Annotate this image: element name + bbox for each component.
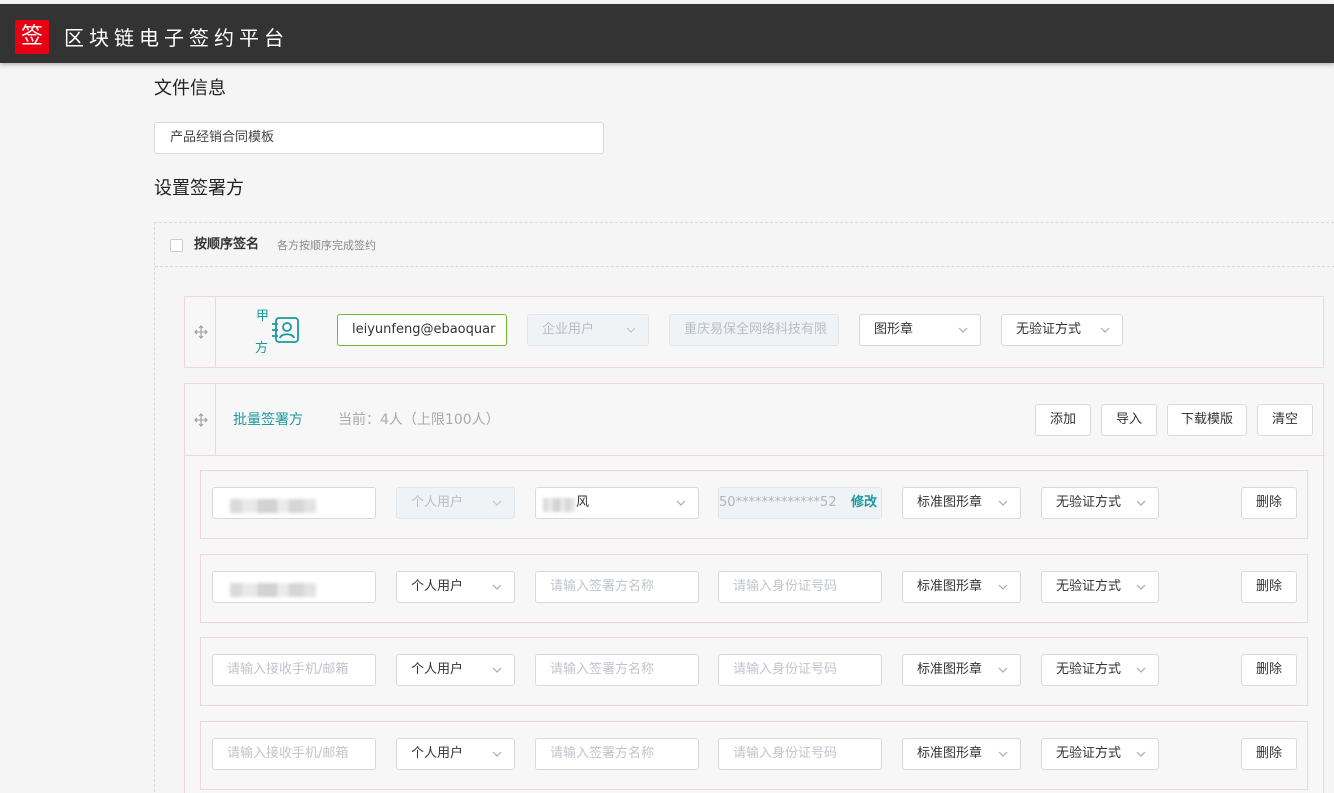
contact-card-icon [272,317,299,343]
batch-row: 请输入接收手机/邮箱 个人用户 请输入签署方名称 请输入身份证号码 标准图形章 … [200,721,1308,790]
import-button[interactable]: 导入 [1101,404,1157,436]
user-type-select[interactable]: 个人用户 [396,738,515,770]
order-sign-label[interactable]: 按顺序签名 [194,235,259,255]
signer-name-input[interactable]: 请输入签署方名称 [535,571,699,603]
verify-select[interactable]: 无验证方式 [1041,571,1159,603]
user-type-select[interactable]: 个人用户 [396,487,515,519]
order-sign-hint: 各方按顺序完成签约 [277,239,376,252]
chevron-down-icon [998,667,1008,673]
user-type-select[interactable]: 个人用户 [396,654,515,686]
chevron-down-icon [998,500,1008,506]
contact-input[interactable]: 请输入接收手机/邮箱 [212,654,376,686]
verify-select[interactable]: 无验证方式 [1041,738,1159,770]
drag-handle-column [185,384,216,455]
party-a-seal-select[interactable]: 图形章 [859,314,981,346]
seal-type-select[interactable]: 标准图形章 [902,487,1021,519]
verify-value: 无验证方式 [1056,746,1122,761]
batch-row: 请输入接收手机/邮箱 个人用户 请输入签署方名称 请输入身份证号码 标准图形章 … [200,637,1308,706]
download-template-button[interactable]: 下载模版 [1167,404,1247,436]
party-a-user-type-select[interactable]: 企业用户 [527,314,649,346]
delete-button[interactable]: 删除 [1241,487,1297,519]
contact-input[interactable]: 请输入接收手机/邮箱 [212,738,376,770]
seal-type-value: 标准图形章 [917,579,983,594]
delete-button[interactable]: 删除 [1241,654,1297,686]
batch-title: 批量签署方 [233,412,303,428]
add-button[interactable]: 添加 [1035,404,1091,436]
seal-type-value: 标准图形章 [917,495,983,510]
chevron-down-icon [998,751,1008,757]
verify-select[interactable]: 无验证方式 [1041,654,1159,686]
verify-value: 无验证方式 [1056,495,1122,510]
signer-name-input[interactable]: 请输入签署方名称 [535,654,699,686]
party-a-company-input[interactable]: 重庆易保全网络科技有限 [669,314,839,346]
party-a-verify-value: 无验证方式 [1016,322,1082,337]
order-sign-row: 按顺序签名 各方按顺序完成签约 [155,223,1334,267]
chevron-down-icon [1136,584,1146,590]
chevron-down-icon [626,327,636,333]
redacted-name [543,498,575,512]
verify-value: 无验证方式 [1056,579,1122,594]
signer-name-value: 风 [576,495,590,510]
drag-handle-column [185,297,216,367]
section-title-file-info: 文件信息 [154,78,226,99]
drag-handle-icon[interactable] [194,413,208,427]
id-number-input[interactable]: 50*************52 修改 [718,487,882,519]
verify-select[interactable]: 无验证方式 [1041,487,1159,519]
chevron-down-icon [492,500,502,506]
party-a-user-type-value: 企业用户 [542,322,595,337]
seal-type-select[interactable]: 标准图形章 [902,571,1021,603]
chevron-down-icon [492,584,502,590]
seal-type-value: 标准图形章 [917,662,983,677]
clear-button[interactable]: 清空 [1257,404,1313,436]
id-number-input[interactable]: 请输入身份证号码 [718,654,882,686]
edit-link[interactable]: 修改 [851,488,877,518]
signer-name-input[interactable]: 请输入签署方名称 [535,738,699,770]
delete-button[interactable]: 删除 [1241,738,1297,770]
verify-value: 无验证方式 [1056,662,1122,677]
party-label-top: 甲 [256,309,270,324]
order-sign-checkbox[interactable] [170,239,183,252]
user-type-value: 个人用户 [411,579,464,594]
user-type-value: 个人用户 [411,746,464,761]
top-bar: 签 区块链电子签约平台 [0,4,1334,63]
party-label-bottom: 方 [255,341,269,356]
chevron-down-icon [958,327,968,333]
party-a-seal-value: 图形章 [874,322,914,337]
chevron-down-icon [1100,327,1110,333]
batch-row: 个人用户 请输入签署方名称 请输入身份证号码 标准图形章 无验证方式 删除 [200,554,1308,623]
seal-type-select[interactable]: 标准图形章 [902,654,1021,686]
party-a-email-input[interactable]: leiyunfeng@ebaoquar [337,314,507,346]
logo-icon: 签 [15,20,49,54]
chevron-down-icon [1136,751,1146,757]
chevron-down-icon [1136,667,1146,673]
id-number-input[interactable]: 请输入身份证号码 [718,738,882,770]
user-type-select[interactable]: 个人用户 [396,571,515,603]
section-title-signers: 设置签署方 [154,178,244,199]
chevron-down-icon [492,751,502,757]
app-title: 区块链电子签约平台 [64,26,289,50]
delete-button[interactable]: 删除 [1241,571,1297,603]
user-type-value: 个人用户 [411,495,464,510]
file-name-input[interactable]: 产品经销合同模板 [154,122,604,154]
seal-type-value: 标准图形章 [917,746,983,761]
chevron-down-icon [998,584,1008,590]
drag-handle-icon[interactable] [194,325,208,339]
seal-type-select[interactable]: 标准图形章 [902,738,1021,770]
chevron-down-icon [1136,500,1146,506]
redacted-contact [230,499,316,513]
party-a-verify-select[interactable]: 无验证方式 [1001,314,1123,346]
party-a-card: 甲 方 leiyunfeng@ebaoquar 企业用户 重庆易保全网络科技有限… [184,296,1324,368]
chevron-down-icon [492,667,502,673]
id-number-input[interactable]: 请输入身份证号码 [718,571,882,603]
id-number-value: 50*************52 [719,495,837,510]
redacted-contact [230,583,316,597]
batch-count: 当前：4人（上限100人） [338,412,500,428]
user-type-value: 个人用户 [411,662,464,677]
batch-header: 批量签署方 当前：4人（上限100人） 添加 导入 下载模版 清空 [185,384,1325,456]
chevron-down-icon [676,500,686,506]
batch-row: 个人用户 风 50*************52 修改 标准图形章 无验证方式 … [200,470,1308,539]
